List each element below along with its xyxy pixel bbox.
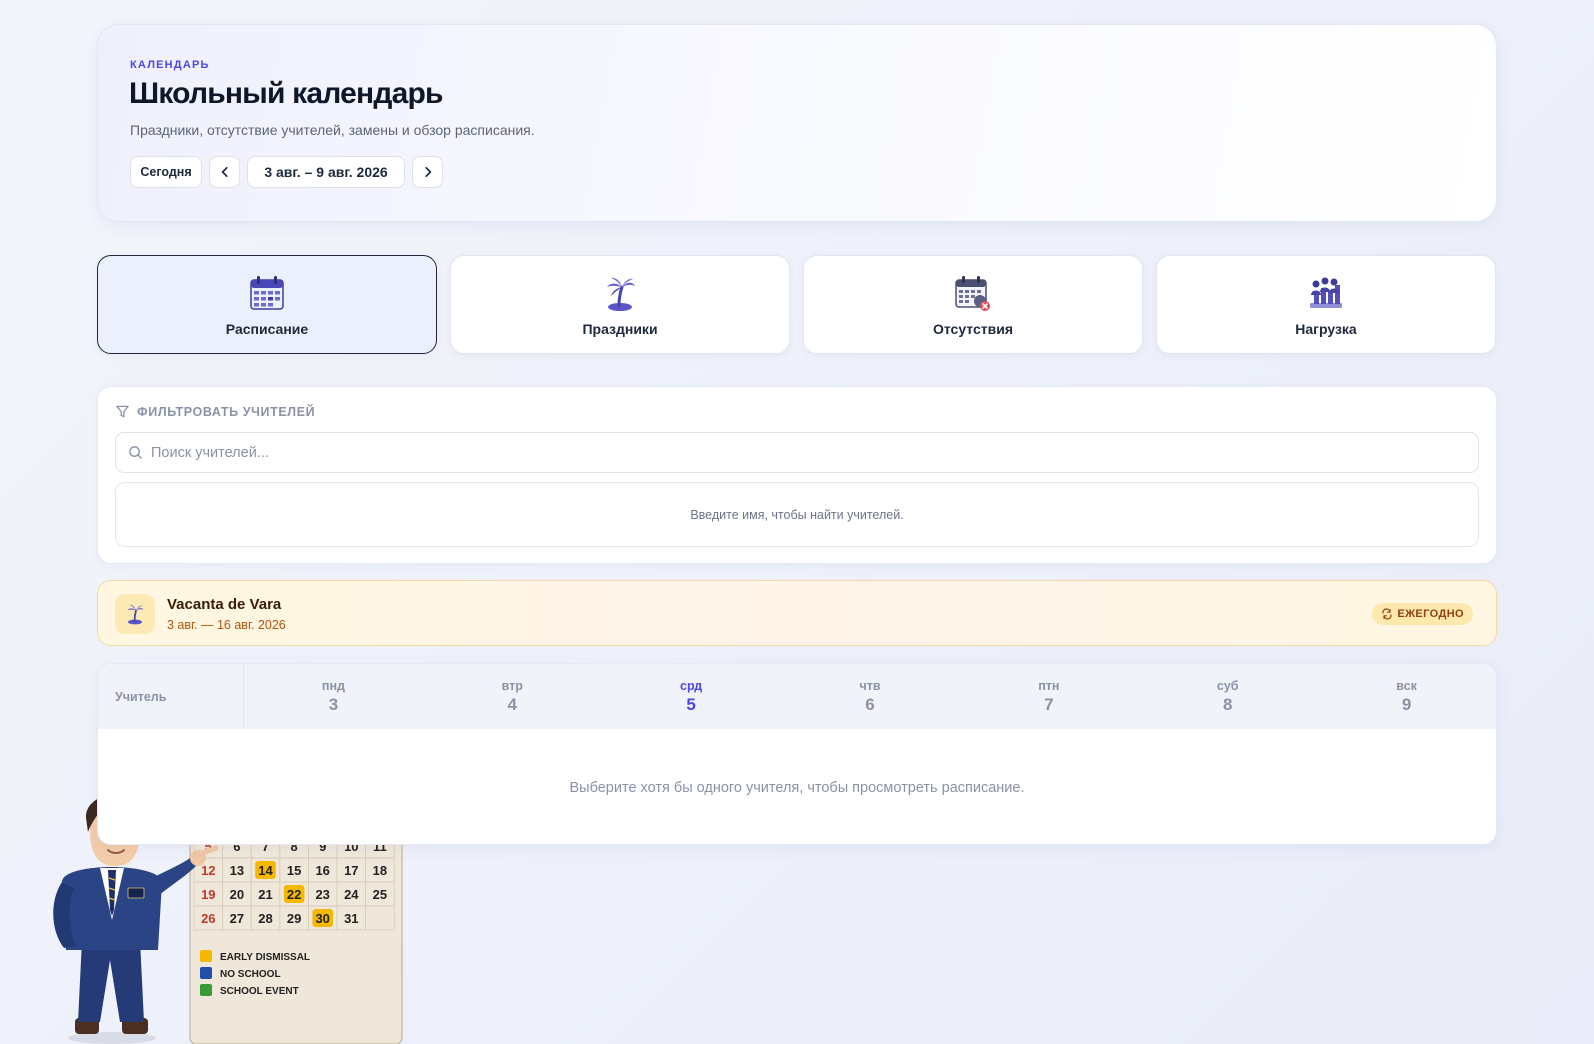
- recurrence-badge: ЕЖЕГОДНО: [1372, 603, 1473, 625]
- day-of-week: суб: [1216, 678, 1239, 693]
- view-mode-tabs: Расписание Праздники Отсутствия Нагрузка: [97, 255, 1496, 354]
- day-of-week: вск: [1396, 678, 1417, 693]
- calendar-day-number: 21: [258, 887, 272, 902]
- search-icon: [129, 446, 142, 459]
- calendar-day-number: 16: [315, 863, 329, 878]
- day-header: пнд 3: [244, 664, 423, 729]
- previous-week-button[interactable]: [209, 156, 240, 188]
- day-number: 9: [1401, 694, 1412, 714]
- calendar-day-number: 27: [230, 911, 244, 926]
- day-header: птн 7: [959, 664, 1138, 729]
- calendar-day-number: 23: [315, 887, 329, 902]
- page-eyebrow: КАЛЕНДАРЬ: [130, 59, 210, 71]
- day-number: 6: [865, 694, 875, 714]
- day-number: 5: [686, 694, 696, 714]
- repeat-icon: [1382, 608, 1392, 620]
- tab-label: Расписание: [225, 320, 309, 337]
- legend-swatch: [200, 984, 212, 996]
- today-button[interactable]: Сегодня: [130, 156, 202, 188]
- filter-icon: [116, 405, 129, 418]
- holiday-dates: 3 авг. — 16 авг. 2026: [167, 618, 286, 632]
- teacher-column-header: Учитель: [98, 664, 244, 729]
- day-header: вск 9: [1317, 664, 1496, 729]
- calendar-day-number: 30: [315, 911, 329, 926]
- legend-label: SCHOOL EVENT: [220, 986, 299, 997]
- legend-swatch: [200, 967, 212, 979]
- recurrence-label: ЕЖЕГОДНО: [1397, 608, 1464, 620]
- day-number: 8: [1222, 694, 1233, 714]
- holiday-banner[interactable]: Vacanta de Vara 3 авг. — 16 авг. 2026 ЕЖ…: [97, 580, 1497, 646]
- calendar-grid-icon: [250, 275, 284, 310]
- page-title: Школьный календарь: [129, 77, 443, 110]
- tab-absences[interactable]: Отсутствия: [803, 255, 1143, 354]
- day-of-week: чтв: [859, 678, 881, 693]
- tab-label: Нагрузка: [1295, 320, 1357, 337]
- calendar-day-number: 18: [373, 863, 387, 878]
- calendar-day-number: 25: [373, 887, 387, 902]
- calendar-day-number: 29: [287, 911, 301, 926]
- chevron-left-icon: [221, 166, 228, 178]
- schedule-header-row: Учитель пнд 3 втр 4 срд 5 чтв 6 птн 7 суб 8 вск 9: [98, 664, 1496, 729]
- teacher-filter-panel: ФИЛЬТРОВАТЬ УЧИТЕЛЕЙ Введите имя, чтобы …: [97, 386, 1497, 564]
- weekly-schedule-table: Учитель пнд 3 втр 4 срд 5 чтв 6 птн 7 суб 8 вск 9 Выб…: [97, 663, 1497, 845]
- day-of-week: птн: [1038, 678, 1060, 693]
- calendar-day-number: 17: [344, 863, 358, 878]
- legend-label: NO SCHOOL: [220, 969, 281, 980]
- filter-heading-label: ФИЛЬТРОВАТЬ УЧИТЕЛЕЙ: [137, 404, 316, 419]
- teacher-search-input[interactable]: [151, 444, 1478, 461]
- calendar-day-number: 14: [258, 863, 273, 878]
- holiday-name: Vacanta de Vara: [167, 596, 282, 613]
- palm-tree-icon: [127, 604, 144, 625]
- holiday-icon-box: [115, 594, 155, 634]
- palm-tree-icon: [607, 277, 635, 311]
- page-subtitle: Праздники, отсутствие учителей, замены и…: [130, 122, 535, 138]
- day-header: суб 8: [1138, 664, 1317, 729]
- day-number: 3: [328, 694, 339, 714]
- calendar-day-number: 19: [201, 887, 215, 902]
- teacher-search-box[interactable]: [115, 432, 1479, 473]
- calendar-day-number: 12: [201, 863, 215, 878]
- day-headers: пнд 3 втр 4 срд 5 чтв 6 птн 7 суб 8 вск 9: [244, 664, 1496, 729]
- search-hint: Введите имя, чтобы найти учителей.: [115, 482, 1479, 547]
- calendar-day-number: 24: [344, 887, 359, 902]
- tab-workload[interactable]: Нагрузка: [1156, 255, 1496, 354]
- calendar-day-number: 22: [287, 887, 301, 902]
- workload-people-icon: [1310, 277, 1342, 308]
- filter-heading: ФИЛЬТРОВАТЬ УЧИТЕЛЕЙ: [115, 404, 315, 419]
- tab-holidays[interactable]: Праздники: [450, 255, 790, 354]
- schedule-empty-message: Выберите хотя бы одного учителя, чтобы п…: [569, 779, 1025, 796]
- calendar-header: КАЛЕНДАРЬ Школьный календарь Праздники, …: [97, 24, 1497, 222]
- calendar-day-number: 28: [258, 911, 272, 926]
- tab-schedule[interactable]: Расписание: [97, 255, 437, 354]
- legend-swatch: [200, 950, 212, 962]
- tab-label: Отсутствия: [932, 320, 1013, 337]
- calendar-day-number: 15: [287, 863, 301, 878]
- calendar-absence-icon: [955, 275, 990, 311]
- day-of-week: пнд: [321, 678, 345, 693]
- date-navigation: Сегодня 3 авг. – 9 авг. 2026: [130, 156, 443, 188]
- calendar-day-number: 26: [201, 911, 215, 926]
- calendar-day-number: 31: [344, 911, 358, 926]
- day-header: чтв 6: [781, 664, 960, 729]
- day-header: срд 5: [602, 664, 781, 729]
- day-number: 4: [507, 694, 518, 714]
- chevron-right-icon: [424, 166, 431, 178]
- day-of-week: втр: [501, 678, 523, 693]
- day-header: втр 4: [423, 664, 602, 729]
- date-range-label[interactable]: 3 авг. – 9 авг. 2026: [247, 156, 405, 188]
- legend-label: EARLY DISMISSAL: [220, 952, 310, 963]
- calendar-day-number: 13: [230, 863, 244, 878]
- tab-label: Праздники: [582, 320, 658, 337]
- calendar-day-number: 20: [230, 887, 244, 902]
- day-number: 7: [1044, 694, 1054, 714]
- next-week-button[interactable]: [412, 156, 443, 188]
- day-of-week: срд: [680, 678, 703, 693]
